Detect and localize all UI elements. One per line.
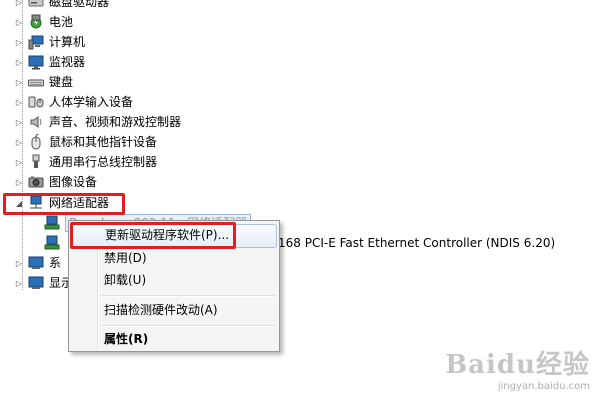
tree-category-system-devices[interactable]: ▷ 系 <box>14 253 61 273</box>
display-adapter-icon <box>28 275 44 291</box>
monitor-icon <box>28 54 44 70</box>
device-manager-window: ▷ 磁盘驱动器 ▷ 电池 ▷ 计算机 ▷ 监视器 ▷ 键盘 ▷ 人体学输入设备 … <box>0 0 600 400</box>
tree-category-battery[interactable]: ▷ 电池 <box>14 12 73 32</box>
expand-arrow-icon[interactable]: ▷ <box>14 278 24 288</box>
watermark-logo: Baidu经验 <box>445 350 590 380</box>
expand-arrow-icon[interactable]: ▷ <box>14 258 24 268</box>
system-device-icon <box>28 255 44 271</box>
network-adapter-icon <box>28 195 44 211</box>
collapse-arrow-icon[interactable]: ◢ <box>14 198 24 208</box>
tree-category-label: 通用串行总线控制器 <box>49 155 158 169</box>
tree-category-disk-drives[interactable]: ▷ 磁盘驱动器 <box>14 0 109 12</box>
network-card-icon <box>44 235 60 251</box>
expand-arrow-icon[interactable]: ▷ <box>14 117 24 127</box>
tree-category-label: 计算机 <box>49 35 86 49</box>
camera-icon <box>28 174 44 190</box>
tree-device-realtek-adapter[interactable] <box>44 233 65 253</box>
tree-category-label: 电池 <box>49 15 74 29</box>
tree-category-hid[interactable]: ▷ 人体学输入设备 <box>14 92 133 112</box>
computer-icon <box>28 34 44 50</box>
expand-arrow-icon[interactable]: ▷ <box>14 37 24 47</box>
menu-item-label: 属性(R) <box>104 332 149 346</box>
tree-category-monitor[interactable]: ▷ 监视器 <box>14 52 85 72</box>
menu-item-scan-hardware[interactable]: 扫描检测硬件改动(A) <box>71 299 277 321</box>
tree-category-mouse[interactable]: ▷ 鼠标和其他指针设备 <box>14 132 157 152</box>
menu-item-label: 禁用(D) <box>104 251 147 265</box>
tree-category-keyboard[interactable]: ▷ 键盘 <box>14 72 73 92</box>
tree-category-display-adapters[interactable]: ▷ 显示 <box>14 273 73 293</box>
network-card-icon <box>44 215 60 231</box>
battery-icon <box>28 14 44 30</box>
tree-category-label: 声音、视频和游戏控制器 <box>49 115 182 129</box>
expand-arrow-icon[interactable]: ▷ <box>14 57 24 67</box>
disk-drive-icon <box>28 0 44 10</box>
menu-item-label: 卸载(U) <box>104 273 147 287</box>
tree-category-label: 人体学输入设备 <box>49 95 134 109</box>
tree-category-label: 磁盘驱动器 <box>49 0 110 9</box>
speaker-icon <box>28 114 44 130</box>
tree-category-label: 鼠标和其他指针设备 <box>49 135 158 149</box>
keyboard-icon <box>28 74 44 90</box>
expand-arrow-icon[interactable]: ▷ <box>14 177 24 187</box>
tree-category-label: 系 <box>49 256 62 270</box>
menu-separator <box>101 325 275 327</box>
expand-arrow-icon[interactable]: ▷ <box>14 97 24 107</box>
watermark: Baidu经验 jingyan.baidu.com <box>445 344 590 392</box>
tree-category-label: 监视器 <box>49 55 86 69</box>
expand-arrow-icon[interactable]: ▷ <box>14 0 24 7</box>
menu-item-label: 更新驱动程序软件(P)... <box>105 228 230 242</box>
menu-item-uninstall[interactable]: 卸载(U) <box>71 269 277 291</box>
menu-item-update-driver[interactable]: 更新驱动程序软件(P)... <box>71 224 277 248</box>
expand-arrow-icon[interactable]: ▷ <box>14 17 24 27</box>
expand-arrow-icon[interactable]: ▷ <box>14 157 24 167</box>
menu-item-disable[interactable]: 禁用(D) <box>71 247 277 269</box>
tree-category-computer[interactable]: ▷ 计算机 <box>14 32 85 52</box>
expand-arrow-icon[interactable]: ▷ <box>14 137 24 147</box>
tree-category-label: 网络适配器 <box>49 196 110 210</box>
menu-item-properties[interactable]: 属性(R) <box>71 328 277 350</box>
tree-category-label: 键盘 <box>49 75 74 89</box>
menu-separator <box>101 295 275 297</box>
watermark-url: jingyan.baidu.com <box>497 381 590 392</box>
usb-icon <box>28 154 44 170</box>
menu-item-label: 扫描检测硬件改动(A) <box>104 303 218 317</box>
tree-category-sound[interactable]: ▷ 声音、视频和游戏控制器 <box>14 112 181 132</box>
tree-category-label: 图像设备 <box>49 175 98 189</box>
tree-category-imaging[interactable]: ▷ 图像设备 <box>14 172 97 192</box>
context-menu: 更新驱动程序软件(P)... 禁用(D) 卸载(U) 扫描检测硬件改动(A) 属… <box>68 220 280 352</box>
tree-device-label-visible-part: 168 PCI-E Fast Ethernet Controller (NDIS… <box>278 236 556 250</box>
tree-category-usb[interactable]: ▷ 通用串行总线控制器 <box>14 152 157 172</box>
mouse-icon <box>28 133 44 150</box>
hid-icon <box>28 94 44 110</box>
tree-category-network-adapters[interactable]: ◢ 网络适配器 <box>14 193 109 213</box>
expand-arrow-icon[interactable]: ▷ <box>14 77 24 87</box>
